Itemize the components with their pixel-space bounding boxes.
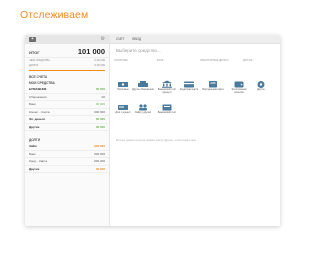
page-heading: Отслеживаем	[20, 9, 89, 21]
select-title: Выберите средство...	[116, 48, 161, 53]
main-panel: СЧЁТ ВВОД Выберите средство... НАЛИЧНЫЕ …	[110, 35, 280, 226]
other-icon	[255, 80, 267, 88]
account-row[interactable]: Другие 00 000	[25, 124, 109, 131]
total-value: 101 000	[77, 47, 105, 56]
account-row[interactable]: Кошел... Карта 000 000	[25, 109, 109, 116]
bank-account-icon	[161, 80, 173, 88]
total-label: ИТОГ	[29, 50, 40, 55]
loan-icon	[137, 103, 149, 111]
cash-icon	[117, 80, 129, 88]
account-value: 00 000	[95, 117, 105, 122]
sub-label: ЧЕМ СРЕДСТВА	[29, 59, 50, 62]
sub-value: 0,00 000	[94, 64, 105, 67]
account-value: 00 000	[95, 124, 105, 129]
debt-row[interactable]: Другие 00 000	[25, 166, 109, 173]
account-type-label: Долг в кредит	[115, 111, 131, 114]
debt-label: Займ	[29, 144, 37, 149]
sub-value: 0,00 000	[94, 59, 105, 62]
account-label: Банк	[29, 102, 36, 107]
account-type-tile[interactable]: Банковский счёт	[156, 103, 178, 115]
account-row[interactable]: БУМАЖНИК 00 000	[25, 86, 109, 94]
account-type-tile[interactable]: Другие сбережения	[132, 80, 154, 92]
account-label: Кошел... Карта	[29, 109, 50, 114]
bank-icon	[161, 103, 173, 111]
app-window: + ⚙ ИТОГ 101 000 ЧЕМ СРЕДСТВА 0,00 000 Д…	[25, 35, 280, 226]
account-type-label: Наличные	[117, 88, 129, 91]
account-label: Эл. деньги	[29, 117, 45, 122]
account-type-label: Банковский счёт (кредит)	[157, 88, 177, 94]
debt-value: 00 000	[95, 166, 105, 171]
debt-label: Другие	[29, 166, 40, 171]
account-label: БУМАЖНИК	[29, 87, 47, 92]
debt-row[interactable]: Займ 000 000	[25, 143, 109, 151]
account-type-tile[interactable]: Виртуальная карта	[202, 80, 224, 92]
account-type-tile[interactable]: Кредитная карта	[178, 80, 200, 92]
virtual-card-icon	[207, 80, 219, 88]
account-row[interactable]: Сбережения 00	[25, 94, 109, 101]
tab-account[interactable]: СЧЁТ	[116, 37, 124, 41]
account-type-label: Кредитная карта	[179, 88, 199, 91]
account-row[interactable]: Банк 00 000	[25, 101, 109, 109]
account-value: 00	[101, 94, 105, 99]
account-value: 00 000	[95, 102, 105, 107]
account-type-label: Банковский счёт	[157, 111, 177, 114]
account-value: 00 000	[95, 87, 105, 92]
account-type-label: Другие сбережения	[132, 88, 154, 91]
gear-icon[interactable]: ⚙	[101, 37, 105, 42]
account-type-tile[interactable]: Наличные	[112, 80, 134, 92]
tab-bar: СЧЁТ ВВОД	[110, 35, 280, 44]
account-type-label: Электронный кошелёк	[231, 88, 247, 94]
e-wallet-icon	[233, 80, 245, 88]
debt-label: Банк	[29, 151, 36, 156]
sub-row: ДОЛГИ 0,00 000	[25, 63, 109, 68]
debt-label: Кред... Карта	[29, 159, 48, 164]
account-type-label: Другое	[257, 88, 265, 91]
debt-value: 000 000	[94, 144, 105, 149]
debt-row[interactable]: Кред... Карта 000 000	[25, 158, 109, 166]
add-account-button[interactable]: +	[29, 37, 36, 42]
debt-icon	[117, 103, 129, 111]
debts-list: Займ 000 000 Банк 000 000 Кред... Карта 000 0…	[25, 143, 109, 173]
total-row: ИТОГ 101 000	[25, 44, 109, 58]
account-type-tile[interactable]: Банковский счёт (кредит)	[156, 80, 178, 95]
debt-value: 000 000	[94, 151, 105, 156]
tab-input[interactable]: ВВОД	[132, 37, 141, 41]
account-type-tile[interactable]: Электронный кошелёк	[228, 80, 250, 95]
account-value: 000 000	[94, 109, 105, 114]
account-type-tile[interactable]: Долг в кредит	[112, 103, 134, 115]
account-type-label: Займ у друзей	[135, 111, 151, 114]
savings-icon	[137, 80, 149, 88]
accent-divider	[29, 70, 105, 71]
account-type-label: Виртуальная карта	[202, 88, 224, 91]
sidebar: + ⚙ ИТОГ 101 000 ЧЕМ СРЕДСТВА 0,00 000 Д…	[25, 35, 110, 226]
account-label: Сбережения	[29, 94, 47, 99]
hint-note: Если нет нужного средства, нажмите кнопк…	[116, 140, 197, 142]
account-type-tile[interactable]: Займ у друзей	[132, 103, 154, 115]
accounts-list: БУМАЖНИК 00 000 Сбережения 00 Банк 00 000 Коше…	[25, 86, 109, 131]
sidebar-toolbar: + ⚙	[25, 35, 109, 44]
account-type-grid: Наличные Другие сбережения Банковский счёт…	[110, 62, 280, 132]
sub-label: ДОЛГИ	[29, 64, 39, 67]
account-type-tile[interactable]: Другое	[250, 80, 272, 92]
debt-value: 000 000	[94, 159, 105, 164]
debt-row[interactable]: Банк 000 000	[25, 151, 109, 158]
credit-card-icon	[183, 80, 195, 88]
account-row[interactable]: Эл. деньги 00 000	[25, 116, 109, 124]
account-label: Другие	[29, 124, 40, 129]
